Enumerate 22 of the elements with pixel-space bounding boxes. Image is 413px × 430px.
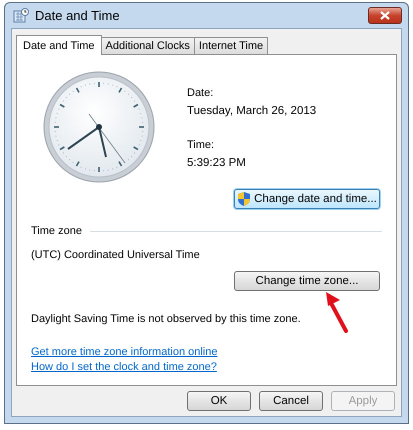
change-time-zone-button[interactable]: Change time zone... bbox=[234, 271, 380, 291]
time-value: 5:39:23 PM bbox=[187, 157, 247, 169]
pointer-arrow bbox=[324, 291, 350, 333]
tab[interactable]: Date and Time bbox=[16, 35, 102, 55]
date-label: Date: bbox=[187, 87, 214, 99]
date-value: Tuesday, March 26, 2013 bbox=[187, 105, 316, 117]
section-heading: Time zone bbox=[31, 225, 82, 237]
window-title: Date and Time bbox=[35, 8, 121, 23]
time-zone-value: (UTC) Coordinated Universal Time bbox=[31, 249, 201, 261]
close-icon bbox=[380, 11, 390, 20]
help-link[interactable]: Get more time zone information online bbox=[31, 346, 218, 358]
change-date-button[interactable]: Change date and time... bbox=[234, 189, 380, 209]
cancel-button[interactable]: Cancel bbox=[259, 391, 323, 411]
close-button[interactable] bbox=[368, 7, 402, 24]
calendar-clock-icon bbox=[13, 8, 29, 24]
shield-icon bbox=[237, 191, 252, 207]
time-label: Time: bbox=[187, 139, 216, 151]
ok-button[interactable]: OK bbox=[187, 391, 251, 411]
dst-note: Daylight Saving Time is not observed by this time zone. bbox=[31, 313, 302, 325]
tab[interactable]: Internet Time bbox=[194, 37, 268, 54]
tab[interactable]: Additional Clocks bbox=[100, 37, 195, 54]
help-link[interactable]: How do I set the clock and time zone? bbox=[31, 361, 217, 373]
